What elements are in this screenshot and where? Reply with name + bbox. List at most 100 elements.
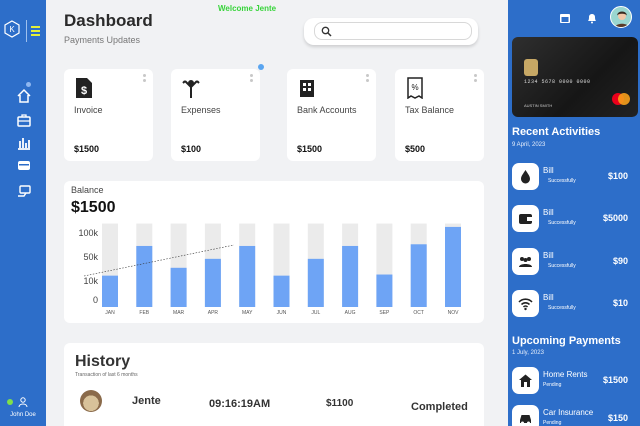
x-tick-label: MAY (242, 310, 253, 316)
bar[interactable] (445, 226, 461, 307)
wallet-icon (519, 214, 532, 224)
bar-chart-icon[interactable] (16, 135, 32, 151)
briefcase-icon[interactable] (16, 112, 32, 128)
bank-accounts-card[interactable]: Bank Accounts $1500 (287, 69, 376, 161)
water-drop-icon (521, 170, 530, 184)
menu-toggle-button[interactable] (26, 20, 42, 42)
activity-status: Successfully (548, 178, 576, 184)
svg-text:%: % (411, 83, 418, 92)
card-menu-icon[interactable] (250, 74, 254, 86)
activity-icon-box (512, 248, 539, 275)
card-label: Tax Balance (405, 105, 455, 115)
recent-activities-date: 9 April, 2023 (512, 142, 546, 148)
list-item[interactable]: Car Insurance Pending $150 (512, 405, 640, 426)
mastercard-icon (612, 93, 630, 105)
right-panel: 1234 5678 0000 0000 AUSTIN SMITH Recent … (508, 0, 640, 426)
activity-amount: $90 (612, 256, 628, 266)
sidebar: K John Doe (0, 0, 46, 426)
activity-status: Successfully (548, 305, 576, 311)
payment-title: Car Insurance (543, 408, 594, 417)
recent-activities-title: Recent Activities (512, 126, 601, 138)
card-holder: AUSTIN SMITH (524, 103, 553, 108)
card-number: 1234 5678 0000 0000 (524, 79, 591, 85)
x-tick-label: FEB (139, 310, 149, 316)
card-label: Expenses (181, 105, 221, 115)
list-item[interactable]: Bill Successfully $5000 (512, 205, 640, 235)
activity-status: Successfully (548, 263, 576, 269)
bar[interactable] (376, 274, 393, 307)
user-icon[interactable] (18, 397, 28, 407)
list-item[interactable]: Bill Successfully $10 (512, 290, 640, 320)
activity-icon-box (512, 290, 539, 317)
expenses-icon (182, 80, 200, 98)
wallet-icon[interactable] (16, 157, 32, 173)
search-input[interactable] (314, 22, 472, 40)
bar[interactable] (170, 267, 187, 307)
search-box (304, 18, 478, 45)
bar[interactable] (273, 275, 290, 307)
card-value: $1500 (297, 144, 323, 154)
people-icon (519, 257, 532, 267)
activity-title: Bill (543, 251, 554, 260)
home-icon[interactable] (16, 88, 32, 104)
x-tick-label: OCT (413, 310, 424, 316)
card-value: $1500 (74, 144, 100, 154)
calendar-icon[interactable] (559, 12, 571, 24)
activity-icon-box (512, 163, 539, 190)
card-menu-icon[interactable] (143, 74, 147, 86)
bar[interactable] (307, 258, 324, 307)
bar[interactable] (204, 258, 221, 307)
card-menu-icon[interactable] (366, 74, 370, 86)
activity-status: Successfully (548, 220, 576, 226)
expenses-card[interactable]: Expenses $100 (171, 69, 260, 161)
bar[interactable] (239, 245, 256, 307)
notification-dot (26, 82, 31, 87)
avatar (80, 390, 102, 412)
card-label: Invoice (74, 105, 103, 115)
avatar-icon (614, 11, 630, 27)
search-icon (321, 26, 332, 37)
wifi-icon (518, 298, 533, 311)
history-status: Completed (411, 401, 468, 413)
list-item[interactable]: Bill Successfully $100 (512, 163, 640, 193)
bar[interactable] (342, 245, 359, 307)
bar[interactable] (410, 244, 427, 307)
bell-icon[interactable] (586, 12, 598, 24)
card-chip (524, 59, 538, 76)
profile-avatar[interactable] (610, 6, 632, 28)
upcoming-payments-title: Upcoming Payments (512, 335, 621, 347)
history-title: History (75, 353, 131, 370)
activity-title: Bill (543, 293, 554, 302)
x-tick-label: AUG (345, 310, 356, 316)
card-menu-icon[interactable] (474, 74, 478, 86)
history-subtitle: Transaction of last 6 months (75, 372, 138, 378)
table-row[interactable]: Jente 09:16:19AM $1100 Completed (64, 388, 484, 414)
invoice-card[interactable]: $ Invoice $1500 (64, 69, 153, 161)
activity-amount: $100 (607, 171, 628, 181)
bar[interactable] (102, 275, 118, 307)
car-icon (520, 415, 531, 425)
list-item[interactable]: Home Rents Pending $1500 (512, 367, 640, 397)
history-panel: History Transaction of last 6 months Jen… (64, 343, 484, 426)
upcoming-payments-date: 1 July, 2023 (512, 350, 544, 356)
tax-balance-card[interactable]: % Tax Balance $500 (395, 69, 484, 161)
payment-icon[interactable] (16, 183, 32, 199)
card-value: $100 (181, 144, 202, 154)
bar[interactable] (136, 245, 153, 307)
payment-status: Pending (543, 420, 562, 426)
x-tick-label: JUL (311, 310, 320, 316)
y-tick-label: 50k (83, 252, 98, 262)
logo-icon[interactable]: K (4, 20, 20, 38)
x-tick-label: JAN (105, 310, 115, 316)
activity-amount: $5000 (602, 213, 628, 223)
main-content: Dashboard Payments Updates Welcome Jente… (46, 0, 508, 426)
x-tick-label: SEP (379, 310, 390, 316)
list-item[interactable]: Bill Successfully $90 (512, 248, 640, 278)
page-title: Dashboard (64, 11, 153, 30)
payment-title: Home Rents (543, 370, 588, 379)
home-icon (519, 374, 532, 387)
bank-card[interactable]: 1234 5678 0000 0000 AUSTIN SMITH (512, 37, 638, 117)
card-label: Bank Accounts (297, 105, 357, 115)
history-name: Jente (132, 395, 161, 407)
x-tick-label: MAR (173, 310, 185, 316)
